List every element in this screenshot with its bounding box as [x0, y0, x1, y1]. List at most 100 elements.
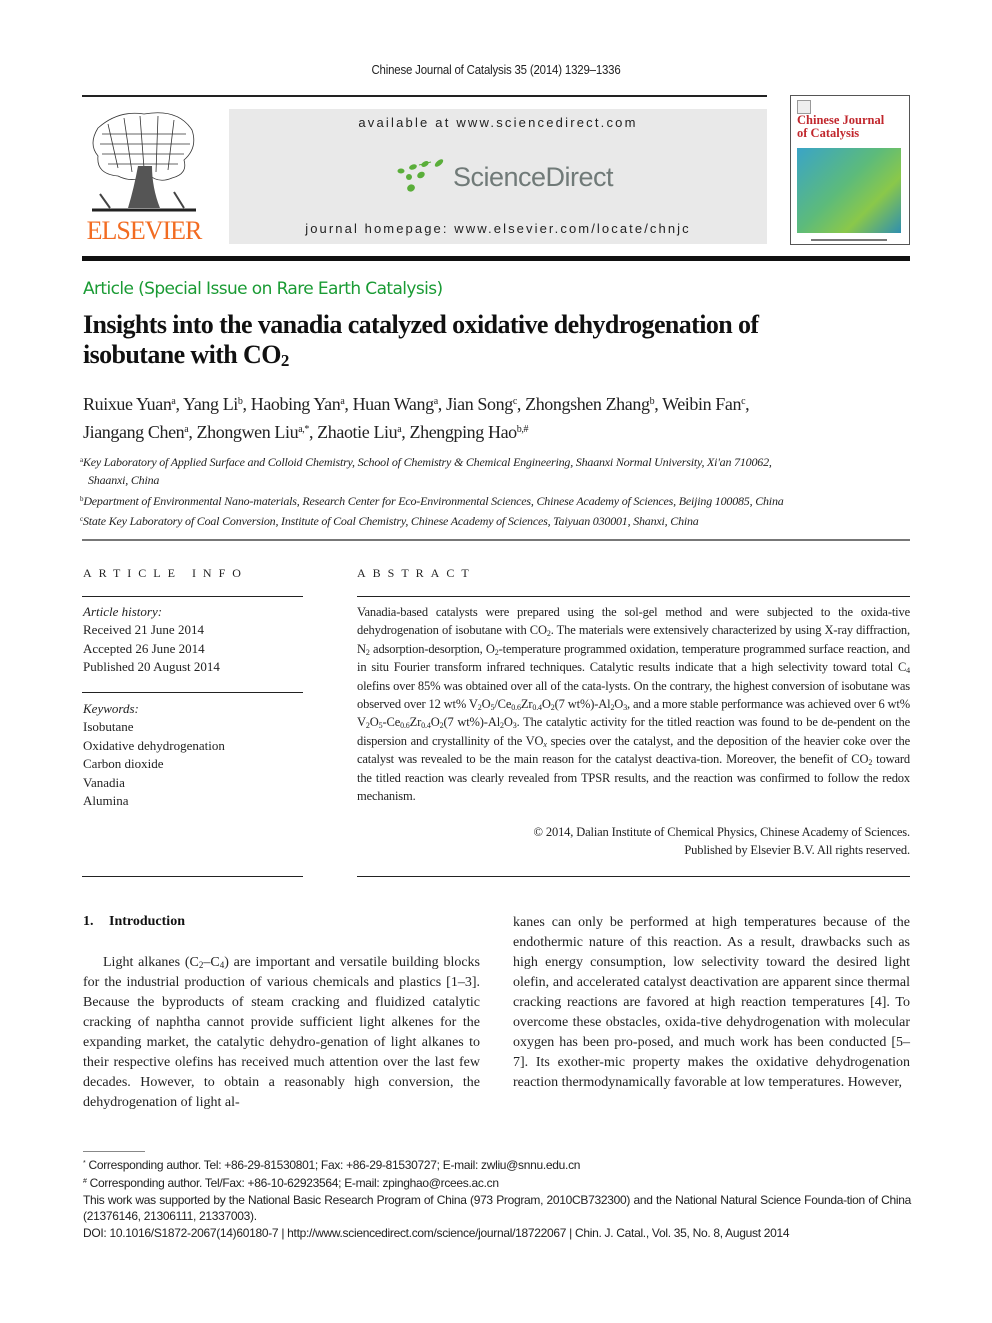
journal-homepage-link[interactable]: journal homepage: www.elsevier.com/locat… [229, 221, 767, 236]
footnote-doi[interactable]: DOI: 10.1016/S1872-2067(14)60180-7 | htt… [83, 1225, 911, 1242]
abstract-text: Vanadia-based catalysts were prepared us… [357, 605, 910, 804]
author-separator: , [242, 394, 251, 414]
text-segment: –C [203, 955, 220, 970]
abstract-segment: O [430, 715, 440, 730]
keyword[interactable]: Carbon dioxide [83, 755, 225, 773]
abstract-segment: (7 wt%)-Al [443, 715, 501, 730]
journal-reference: Chinese Journal of Catalysis 35 (2014) 1… [371, 62, 621, 77]
subscript: 0.4 [532, 703, 542, 713]
affiliation: bDepartment of Environmental Nano-materi… [80, 490, 915, 510]
author-separator: , [344, 394, 353, 414]
text-segment: Light alkanes (C [103, 955, 199, 970]
author-separator: , [175, 394, 184, 414]
author[interactable]: Jian Songc [446, 394, 517, 414]
keyword[interactable]: Oxidative dehydrogenation [83, 737, 225, 755]
journal-cover-thumbnail[interactable]: Chinese Journal of Catalysis [790, 95, 910, 245]
article-section-tag: Article (Special Issue on Rare Earth Cat… [83, 279, 443, 299]
author-name: Huan Wang [352, 394, 435, 414]
section-title: Introduction [109, 914, 185, 929]
author[interactable]: Zhengping Haob,# [410, 422, 529, 442]
affiliation-continuation: Shaanxi, China [88, 473, 160, 488]
available-at-link[interactable]: available at www.sciencedirect.com [229, 115, 767, 130]
footnote-corresponding-1: * Corresponding author. Tel: +86-29-8153… [83, 1156, 911, 1174]
affiliation: cState Key Laboratory of Coal Conversion… [80, 510, 915, 530]
section-divider [82, 539, 910, 541]
footnote-mark: # [83, 1177, 87, 1185]
abstract-segment: O [614, 697, 624, 712]
affiliation-list: aKey Laboratory of Applied Surface and C… [80, 451, 915, 530]
subscript: 4 [906, 666, 910, 676]
introduction-right-column: kanes can only be performed at high temp… [513, 913, 910, 1093]
article-info-rule [82, 692, 303, 694]
abstract-segment: (7 wt%)-Al [554, 697, 611, 712]
history-published: Published 20 August 2014 [83, 659, 220, 675]
abstract-segment: adsorption-desorption, O [369, 641, 495, 656]
author[interactable]: Zhongshen Zhangb [525, 394, 654, 414]
copyright-notice: © 2014, Dalian Institute of Chemical Phy… [357, 823, 911, 860]
article-history: Article history: Received 21 June 2014 A… [83, 603, 220, 677]
paragraph: Light alkanes (C2–C4) are important and … [83, 953, 480, 1113]
article-info-heading: ARTICLE INFO [83, 566, 248, 580]
keyword[interactable]: Vanadia [83, 774, 225, 792]
elsevier-logo[interactable]: ELSEVIER [82, 106, 206, 246]
author[interactable]: Yang Lib [183, 394, 243, 414]
abstract-segment: Zr [409, 715, 422, 730]
title-subscript: 2 [280, 351, 289, 370]
abstract-rule [357, 596, 910, 598]
author-line-1: Ruixue Yuana, Yang Lib, Haobing Yana, Hu… [83, 389, 918, 417]
abstract-segment: O [369, 715, 379, 730]
author-name: Zhongshen Zhang [525, 394, 650, 414]
footnote-rule [83, 1151, 145, 1152]
section-number: 1. [83, 914, 94, 929]
keyword[interactable]: Alumina [83, 792, 225, 810]
author[interactable]: Jiangang Chena [83, 422, 189, 442]
copyright-line1: © 2014, Dalian Institute of Chemical Phy… [533, 825, 911, 839]
article-history-label: Article history: [83, 604, 163, 619]
sciencedirect-wordmark: ScienceDirect [453, 161, 614, 192]
author-separator: , [654, 394, 663, 414]
abstract-segment: Zr [520, 697, 533, 712]
footnote-text: Corresponding author. Tel/Fax: +86-10-62… [89, 1175, 499, 1190]
abstract-segment: O [503, 715, 513, 730]
cover-artwork [797, 148, 901, 233]
author[interactable]: Zhongwen Liua,* [197, 422, 310, 442]
footnote-funding: This work was supported by the National … [83, 1192, 911, 1224]
history-received: Received 21 June 2014 [83, 622, 204, 638]
author-separator: , [188, 422, 197, 442]
cover-title: Chinese Journal of Catalysis [797, 114, 905, 140]
author-name: Ruixue Yuan [83, 394, 172, 414]
text-segment: ) are important and versatile building b… [83, 955, 480, 1110]
title-line2-text: isobutane with CO [83, 340, 281, 369]
cover-title-line2: of Catalysis [797, 126, 860, 140]
introduction-heading: 1. Introduction [83, 914, 185, 930]
abstract-rule [357, 876, 910, 878]
sciencedirect-banner: available at www.sciencedirect.com Scien… [229, 109, 767, 244]
author-separator: , [308, 422, 318, 442]
footnote-mark: * [83, 1160, 86, 1167]
sciencedirect-logo[interactable]: ScienceDirect [395, 157, 614, 197]
abstract-segment: /Ce [494, 697, 512, 712]
header-rule [82, 95, 767, 97]
author[interactable]: Weibin Fanc [662, 394, 745, 414]
elsevier-tree-icon [92, 112, 196, 212]
author-name: Weibin Fan [662, 394, 742, 414]
affiliation-text: State Key Laboratory of Coal Conversion,… [82, 513, 699, 528]
author[interactable]: Huan Wanga [352, 394, 439, 414]
author-name: Zhaotie Liu [317, 422, 398, 442]
copyright-line2: Published by Elsevier B.V. All rights re… [684, 843, 910, 858]
article-info-rule [82, 876, 303, 878]
keyword[interactable]: Isobutane [83, 718, 225, 736]
sciencedirect-leaves-icon [397, 159, 444, 192]
footnote-corresponding-2: # Corresponding author. Tel/Fax: +86-10-… [83, 1174, 911, 1192]
author[interactable]: Haobing Yana [251, 394, 345, 414]
author-name: Zhengping Hao [409, 422, 518, 442]
author[interactable]: Zhaotie Liua [317, 422, 402, 442]
introduction-left-column: Light alkanes (C2–C4) are important and … [83, 953, 480, 1113]
author-separator: , [745, 394, 750, 414]
affiliation: aKey Laboratory of Applied Surface and C… [80, 451, 915, 471]
header-thick-rule [82, 256, 910, 261]
author-separator: , [437, 394, 446, 414]
author-line-2: Jiangang Chena, Zhongwen Liua,*, Zhaotie… [83, 417, 918, 445]
subscript: 0.4 [421, 721, 431, 731]
author[interactable]: Ruixue Yuana [83, 394, 176, 414]
